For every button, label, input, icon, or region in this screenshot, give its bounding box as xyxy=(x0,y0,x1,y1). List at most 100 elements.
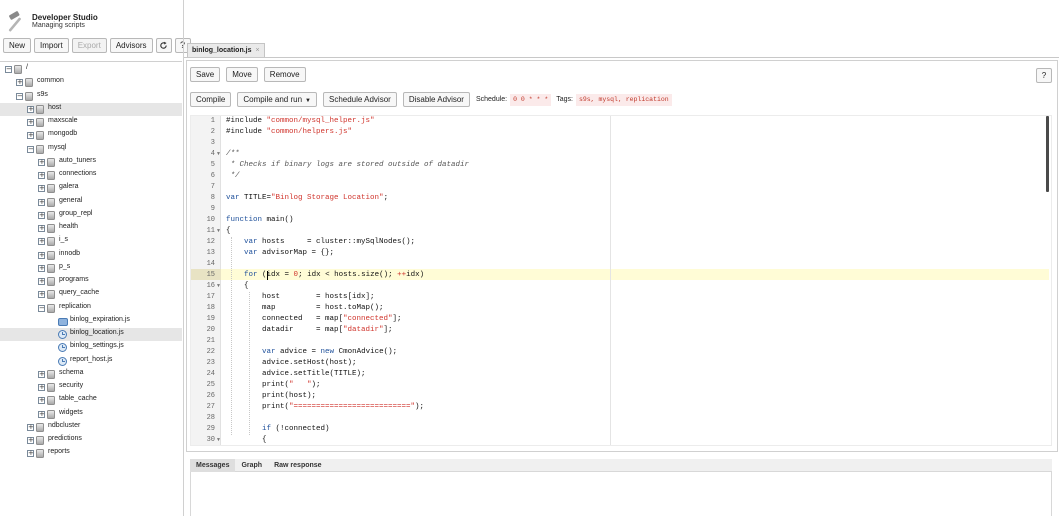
fold-toggle-icon[interactable]: ▼ xyxy=(216,435,221,445)
editor-help-button[interactable]: ? xyxy=(1036,68,1052,83)
code-line[interactable]: 28 xyxy=(191,413,1051,424)
remove-button[interactable]: Remove xyxy=(263,67,306,82)
code-line[interactable]: 3 xyxy=(191,138,1051,149)
code-line[interactable]: 17 host = hosts[idx]; xyxy=(191,292,1051,303)
collapse-icon[interactable]: − xyxy=(27,145,34,153)
tree-item-replication[interactable]: − replication xyxy=(0,302,182,315)
refresh-button[interactable] xyxy=(155,38,172,53)
fold-toggle-icon[interactable]: ▼ xyxy=(216,281,221,292)
tree-item-health[interactable]: + health xyxy=(0,222,182,235)
tree-item-predictions[interactable]: + predictions xyxy=(0,434,182,447)
tree-item-host[interactable]: + host xyxy=(0,102,182,116)
compile-button[interactable]: Compile xyxy=(190,92,232,107)
expand-icon[interactable]: + xyxy=(38,291,45,299)
code-line[interactable]: 29 if (!connected) xyxy=(191,424,1051,435)
fold-toggle-icon[interactable]: ▼ xyxy=(216,149,221,160)
code-line[interactable]: 7 xyxy=(191,182,1051,193)
code-line[interactable]: 21 xyxy=(191,336,1051,347)
fold-toggle-icon[interactable]: ▼ xyxy=(216,226,221,237)
code-line[interactable]: 2 #include "common/helpers.js" xyxy=(191,127,1051,138)
tree-item-binlog-location-js[interactable]: binlog_location.js xyxy=(0,328,182,341)
code-line[interactable]: 20 datadir = map["datadir"]; xyxy=(191,325,1051,336)
advisors-button[interactable]: Advisors xyxy=(109,38,153,53)
expand-icon[interactable]: + xyxy=(38,158,45,166)
editor-scrollbar[interactable] xyxy=(1046,116,1049,192)
tree-item-report-host-js[interactable]: report_host.js xyxy=(0,355,182,368)
expand-icon[interactable]: + xyxy=(38,172,45,179)
code-line[interactable]: 23 advice.setHost(host); xyxy=(191,358,1051,369)
schedule-advisor-button[interactable]: Schedule Advisor xyxy=(323,92,397,107)
expand-icon[interactable]: + xyxy=(38,410,45,418)
expand-icon[interactable]: + xyxy=(38,211,45,219)
file-tab[interactable]: binlog_location.js × xyxy=(187,43,265,57)
export-button[interactable]: Export xyxy=(71,38,107,53)
expand-icon[interactable]: + xyxy=(38,397,45,405)
code-line[interactable]: 15 for (idx = 0; idx < hosts.size(); ++i… xyxy=(191,270,1051,281)
compile-and-run-button[interactable]: Compile and run ▼ xyxy=(237,92,317,107)
move-button[interactable]: Move xyxy=(226,67,258,82)
expand-icon[interactable]: + xyxy=(27,105,34,113)
code-line[interactable]: 13 var advisorMap = {}; xyxy=(191,248,1051,259)
tree-item-innodb[interactable]: + innodb xyxy=(0,249,182,262)
tree-item-binlog-expiration-js[interactable]: binlog_expiration.js xyxy=(0,315,182,328)
code-line[interactable]: 16 ▼ { xyxy=(191,281,1051,292)
tree-item-p-s[interactable]: + p_s xyxy=(0,262,182,275)
expand-icon[interactable]: + xyxy=(38,251,45,259)
code-line[interactable]: 8 var TITLE="Binlog Storage Location"; xyxy=(191,193,1051,204)
code-line[interactable]: 24 advice.setTitle(TITLE); xyxy=(191,369,1051,380)
expand-icon[interactable]: + xyxy=(27,119,34,126)
tree-item-group-repl[interactable]: + group_repl xyxy=(0,209,182,222)
code-line[interactable]: 30 ▼ { xyxy=(191,435,1051,445)
code-line[interactable]: 11 ▼ { xyxy=(191,226,1051,237)
code-line[interactable]: 10 function main() xyxy=(191,215,1051,226)
code-line[interactable]: 19 connected = map["connected"]; xyxy=(191,314,1051,325)
tree-item-binlog-settings-js[interactable]: binlog_settings.js xyxy=(0,341,182,354)
expand-icon[interactable]: + xyxy=(38,264,45,272)
expand-icon[interactable]: + xyxy=(38,384,45,391)
tree-item-ndbcluster[interactable]: + ndbcluster xyxy=(0,421,182,434)
import-button[interactable]: Import xyxy=(34,38,69,53)
expand-icon[interactable]: + xyxy=(38,225,45,232)
tree-item-table-cache[interactable]: + table_cache xyxy=(0,394,182,407)
tree-item-auto-tuners[interactable]: + auto_tuners xyxy=(0,156,182,169)
tree-item-s9s[interactable]: − s9s xyxy=(0,90,182,103)
code-line[interactable]: 6 */ xyxy=(191,171,1051,182)
expand-icon[interactable]: + xyxy=(38,185,45,193)
tree-item-common[interactable]: + common xyxy=(0,76,182,89)
save-button[interactable]: Save xyxy=(190,67,221,82)
tree-item-security[interactable]: + security xyxy=(0,381,182,394)
tree-item-general[interactable]: + general xyxy=(0,196,182,209)
code-line[interactable]: 9 xyxy=(191,204,1051,215)
code-line[interactable]: 14 xyxy=(191,259,1051,270)
tree-item-i-s[interactable]: + i_s xyxy=(0,235,182,248)
code-line[interactable]: 26 print(host); xyxy=(191,391,1051,402)
tree-item--[interactable]: − / xyxy=(0,63,182,76)
expand-icon[interactable]: + xyxy=(16,79,23,87)
code-line[interactable]: 25 print(" "); xyxy=(191,380,1051,391)
code-line[interactable]: 27 print("=========================="); xyxy=(191,402,1051,413)
code-line[interactable]: 5 * Checks if binary logs are stored out… xyxy=(191,160,1051,171)
expand-icon[interactable]: + xyxy=(38,278,45,285)
close-icon[interactable]: × xyxy=(255,47,259,54)
code-line[interactable]: 4 ▼ /** xyxy=(191,149,1051,160)
tree-item-schema[interactable]: + schema xyxy=(0,368,182,381)
tree-item-maxscale[interactable]: + maxscale xyxy=(0,116,182,129)
tab-graph[interactable]: Graph xyxy=(235,459,268,472)
expand-icon[interactable]: + xyxy=(27,450,34,458)
expand-icon[interactable]: + xyxy=(38,198,45,206)
tab-raw-response[interactable]: Raw response xyxy=(268,459,327,472)
expand-icon[interactable]: + xyxy=(27,423,34,431)
new-button[interactable]: New xyxy=(3,38,32,53)
tree-item-programs[interactable]: + programs xyxy=(0,275,182,288)
panel-divider[interactable] xyxy=(183,0,184,516)
schedule-value[interactable]: 0 0 * * * xyxy=(510,93,552,106)
tab-messages[interactable]: Messages xyxy=(190,459,236,472)
collapse-icon[interactable]: − xyxy=(5,66,12,73)
code-line[interactable]: 18 map = host.toMap(); xyxy=(191,303,1051,314)
expand-icon[interactable]: + xyxy=(38,238,45,246)
tree-item-reports[interactable]: + reports xyxy=(0,447,182,460)
collapse-icon[interactable]: − xyxy=(16,92,23,100)
expand-icon[interactable]: + xyxy=(27,437,34,444)
expand-icon[interactable]: + xyxy=(38,370,45,378)
tree-item-mongodb[interactable]: + mongodb xyxy=(0,129,182,142)
